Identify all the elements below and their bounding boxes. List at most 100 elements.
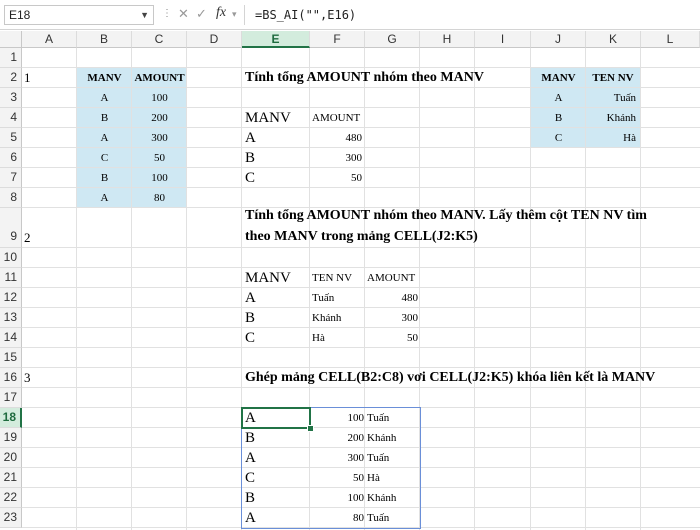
cell-E21[interactable]: C: [245, 468, 255, 488]
row-header-6[interactable]: 6: [0, 148, 22, 168]
cell-F7[interactable]: 50: [310, 168, 362, 188]
row-header-17[interactable]: 17: [0, 388, 22, 408]
column-header-J[interactable]: J: [531, 31, 586, 48]
cell-J4[interactable]: B: [531, 108, 586, 128]
cell-E4[interactable]: MANV: [245, 108, 291, 128]
cell-B8[interactable]: A: [77, 188, 132, 208]
column-header-D[interactable]: D: [187, 31, 242, 48]
more-dots-icon[interactable]: ⋮: [162, 8, 172, 19]
cell-E19[interactable]: B: [245, 428, 255, 448]
column-header-H[interactable]: H: [420, 31, 475, 48]
row-header-16[interactable]: 16: [0, 368, 22, 388]
cell-E20[interactable]: A: [245, 448, 256, 468]
cell-F23[interactable]: 80: [312, 508, 364, 528]
cell-F6[interactable]: 300: [310, 148, 363, 168]
cell-G18[interactable]: Tuấn: [367, 408, 389, 428]
row-header-1[interactable]: 1: [0, 48, 22, 68]
cell-E12[interactable]: A: [245, 288, 256, 308]
column-header-E[interactable]: E: [242, 31, 310, 48]
cell-F22[interactable]: 100: [312, 488, 365, 508]
cell-E6[interactable]: B: [245, 148, 255, 168]
cell-F12[interactable]: Tuấn: [312, 288, 334, 308]
row-header-19[interactable]: 19: [0, 428, 22, 448]
cell-E5[interactable]: A: [245, 128, 256, 148]
row-header-22[interactable]: 22: [0, 488, 22, 508]
row-header-13[interactable]: 13: [0, 308, 22, 328]
cell-E14[interactable]: C: [245, 328, 255, 348]
cell-B5[interactable]: A: [77, 128, 132, 148]
row-header-8[interactable]: 8: [0, 188, 22, 208]
cell-F5[interactable]: 480: [310, 128, 363, 148]
column-header-C[interactable]: C: [132, 31, 187, 48]
cell-G21[interactable]: Hà: [367, 468, 380, 488]
cell-E22[interactable]: B: [245, 488, 255, 508]
function-icon[interactable]: fx: [216, 5, 226, 21]
row-header-18[interactable]: 18: [0, 408, 22, 428]
cell-F20[interactable]: 300: [312, 448, 365, 468]
cell-F4[interactable]: AMOUNT: [312, 108, 360, 128]
cell-B2[interactable]: MANV: [77, 68, 132, 88]
column-header-K[interactable]: K: [586, 31, 641, 48]
cell-B3[interactable]: A: [77, 88, 132, 108]
column-header-F[interactable]: F: [310, 31, 365, 48]
cell-K5[interactable]: Hà: [586, 128, 636, 148]
cell-E23[interactable]: A: [245, 508, 256, 528]
cell-G12[interactable]: 480: [366, 288, 419, 308]
formula-input[interactable]: =BS_AI("",E16): [244, 5, 696, 25]
chevron-down-icon[interactable]: ▼: [140, 6, 149, 24]
column-header-L[interactable]: L: [641, 31, 700, 48]
cell-B4[interactable]: B: [77, 108, 132, 128]
cell-F14[interactable]: Hà: [312, 328, 325, 348]
cell-J2[interactable]: MANV: [531, 68, 586, 88]
cell-C4[interactable]: 200: [132, 108, 187, 128]
select-all-corner[interactable]: [0, 31, 22, 48]
row-header-21[interactable]: 21: [0, 468, 22, 488]
cell-E16[interactable]: Ghép mảng CELL(B2:C8) vơi CELL(J2:K5) kh…: [245, 368, 655, 388]
column-header-A[interactable]: A: [22, 31, 77, 48]
column-header-B[interactable]: B: [77, 31, 132, 48]
cell-G13[interactable]: 300: [366, 308, 419, 328]
cell-F13[interactable]: Khánh: [312, 308, 341, 328]
cell-E18[interactable]: A: [245, 408, 256, 428]
cell-K2[interactable]: TEN NV: [586, 68, 640, 88]
cell-E2[interactable]: Tính tổng AMOUNT nhóm theo MANV: [245, 68, 484, 88]
cell-K4[interactable]: Khánh: [586, 108, 636, 128]
cell-F21[interactable]: 50: [312, 468, 364, 488]
cell-A9[interactable]: 2: [24, 228, 31, 248]
row-header-15[interactable]: 15: [0, 348, 22, 368]
cell-G23[interactable]: Tuấn: [367, 508, 389, 528]
cell-F11[interactable]: TEN NV: [312, 268, 352, 288]
chevron-down-icon[interactable]: ▾: [232, 9, 237, 20]
check-icon[interactable]: ✓: [196, 6, 207, 22]
cell-E11[interactable]: MANV: [245, 268, 291, 288]
cancel-icon[interactable]: ✕: [178, 6, 189, 22]
sheet-grid[interactable]: 1 MANV AMOUNT Tính tổng AMOUNT nhóm theo…: [22, 48, 700, 530]
cell-A2[interactable]: 1: [24, 68, 31, 88]
row-header-2[interactable]: 2: [0, 68, 22, 88]
row-header-7[interactable]: 7: [0, 168, 22, 188]
row-header-10[interactable]: 10: [0, 248, 22, 268]
cell-F19[interactable]: 200: [312, 428, 365, 448]
row-header-11[interactable]: 11: [0, 268, 22, 288]
cell-A16[interactable]: 3: [24, 368, 31, 388]
row-header-23[interactable]: 23: [0, 508, 22, 528]
row-header-9[interactable]: 9: [0, 208, 22, 248]
cell-E9-line2[interactable]: theo MANV trong mảng CELL(J2:K5): [245, 227, 478, 247]
cell-C2[interactable]: AMOUNT: [132, 68, 187, 88]
cell-C8[interactable]: 80: [132, 188, 187, 208]
cell-E7[interactable]: C: [245, 168, 255, 188]
cell-J5[interactable]: C: [531, 128, 586, 148]
row-header-14[interactable]: 14: [0, 328, 22, 348]
row-header-12[interactable]: 12: [0, 288, 22, 308]
row-header-4[interactable]: 4: [0, 108, 22, 128]
row-header-20[interactable]: 20: [0, 448, 22, 468]
column-header-G[interactable]: G: [365, 31, 420, 48]
cell-G20[interactable]: Tuấn: [367, 448, 389, 468]
cell-G14[interactable]: 50: [366, 328, 418, 348]
cell-G22[interactable]: Khánh: [367, 488, 396, 508]
cell-E9-line1[interactable]: Tính tổng AMOUNT nhóm theo MANV. Lấy thê…: [245, 206, 647, 226]
row-header-5[interactable]: 5: [0, 128, 22, 148]
cell-J3[interactable]: A: [531, 88, 586, 108]
cell-G19[interactable]: Khánh: [367, 428, 396, 448]
cell-C5[interactable]: 300: [132, 128, 187, 148]
